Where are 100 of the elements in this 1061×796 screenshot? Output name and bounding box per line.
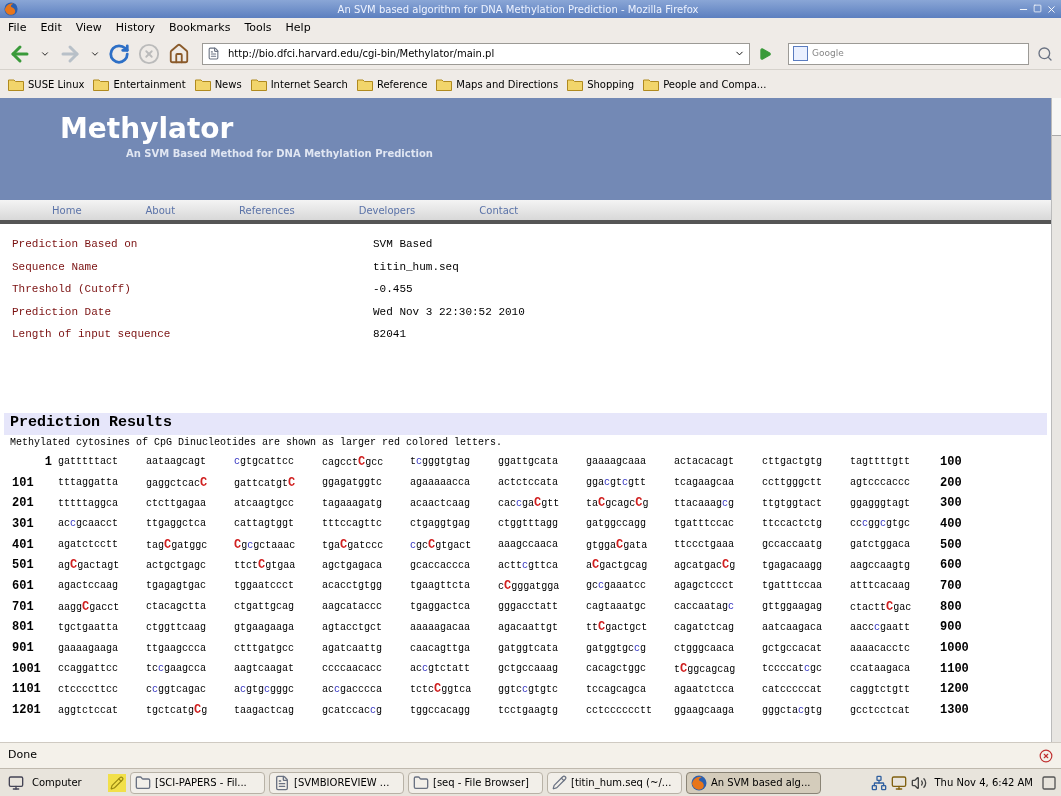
bookmark-item[interactable]: People and Compa... xyxy=(643,76,767,92)
go-icon[interactable] xyxy=(758,46,772,61)
sequence-text: agcatgacCg xyxy=(673,557,737,575)
sequence-text: aataagcagt xyxy=(145,455,207,470)
display-icon[interactable] xyxy=(890,774,907,791)
nav-link[interactable]: Developers xyxy=(358,202,416,218)
sequence-text: ttgtggtact xyxy=(761,496,823,511)
nav-link[interactable]: About xyxy=(145,202,176,218)
bookmark-item[interactable]: Reference xyxy=(356,76,428,92)
sequence-text: aCgactgcag xyxy=(585,557,649,575)
row-start-number: 301 xyxy=(12,515,35,533)
network-icon[interactable] xyxy=(870,774,887,791)
row-end-number: 800 xyxy=(939,598,962,616)
address-field[interactable]: http://bio.dfci.harvard.edu/cgi-bin/Methylator/main.pl xyxy=(202,42,750,65)
bookmark-item[interactable]: News xyxy=(194,76,242,92)
sequence-text: cccggcgtgc xyxy=(849,517,912,532)
sequence-text: tttaggatta xyxy=(57,476,119,491)
volume-icon[interactable] xyxy=(910,774,927,791)
row-end-number: 700 xyxy=(939,577,962,595)
computer-icon xyxy=(8,774,24,791)
menu-item[interactable]: File xyxy=(8,19,27,37)
sequence-text: ttgaagccca xyxy=(145,641,207,656)
menu-item[interactable]: View xyxy=(75,19,102,37)
nav-link[interactable]: Contact xyxy=(479,202,519,218)
sequence-text: tctcCggtca xyxy=(409,681,473,699)
clock[interactable]: Thu Nov 4, 6:42 AM xyxy=(930,775,1037,790)
sequence-text: gatggccagg xyxy=(585,517,647,532)
search-input[interactable]: Google xyxy=(812,46,1024,61)
sequence-text: ccttgggctt xyxy=(761,476,823,491)
reload-icon[interactable] xyxy=(108,42,130,65)
bookmark-item[interactable]: Entertainment xyxy=(93,76,186,92)
sequence-text: aaaaagacaa xyxy=(409,620,471,635)
folder-icon xyxy=(413,774,429,791)
folder-icon xyxy=(567,77,584,91)
sequence-text: accgacccca xyxy=(321,682,384,697)
bookmark-item[interactable]: Internet Search xyxy=(250,76,348,92)
close-icon[interactable] xyxy=(1046,3,1057,15)
sequence-text: agCgactagt xyxy=(57,557,121,575)
sequence-text: aacccgaatt xyxy=(849,620,912,635)
sequence-text: tccagcagca xyxy=(585,682,647,697)
bookmark-item[interactable]: SUSE Linux xyxy=(8,76,85,92)
info-value: titin_hum.seq xyxy=(373,259,459,275)
sequence-text: gttggaagag xyxy=(761,600,823,615)
sequence-text: ctgaggtgag xyxy=(409,517,471,532)
row-start-number: 501 xyxy=(12,557,35,575)
menu-item[interactable]: Help xyxy=(285,19,311,37)
menu-item[interactable]: Tools xyxy=(244,19,272,37)
sequence-text: tagaaagatg xyxy=(321,496,383,511)
sequence-text: gaaaagaaga xyxy=(57,641,119,656)
maximize-icon[interactable] xyxy=(1033,3,1042,13)
sequence-text: gatggtcata xyxy=(497,641,559,656)
sequence-text: tcagaagcaa xyxy=(673,476,735,491)
notes-icon[interactable] xyxy=(108,773,126,792)
sequence-text: gattcatgtC xyxy=(233,474,297,492)
sequence-text: agaatctcca xyxy=(673,682,735,697)
menu-item[interactable]: Edit xyxy=(40,19,62,37)
sequence-text: ggacgtcgtt xyxy=(585,476,648,491)
nav-link[interactable]: Home xyxy=(52,202,82,218)
bookmark-item[interactable]: Maps and Directions xyxy=(436,76,559,92)
search-field[interactable]: Google xyxy=(788,42,1029,65)
folder-icon xyxy=(8,77,24,91)
menu-item[interactable]: History xyxy=(115,19,155,37)
sequence-text: caacagttga xyxy=(409,641,471,656)
row-end-number: 400 xyxy=(939,515,962,533)
bookmark-item[interactable]: Shopping xyxy=(567,76,635,92)
sequence-text: ctgggcaaca xyxy=(673,641,735,656)
sequence-text: agaaaaacca xyxy=(409,476,471,491)
taskbar-button[interactable]: [seq - File Browser] xyxy=(408,771,543,794)
sequence-text: Cgcgctaaac xyxy=(233,536,297,554)
sequence-text: tgaggactca xyxy=(409,600,471,615)
sequence-text: agatcaattg xyxy=(321,641,383,656)
sequence-text: tgatttccaa xyxy=(761,579,823,594)
sequence-text: aaggCgacct xyxy=(57,598,121,616)
start-button[interactable]: Computer xyxy=(4,774,104,791)
menu-item[interactable]: Bookmarks xyxy=(169,19,231,37)
sequence-text: actctccata xyxy=(497,476,559,491)
sequence-text: caggtctgtt xyxy=(849,682,911,697)
sequence-text: ttctCgtgaa xyxy=(233,557,297,575)
sequence-text: ctccccttcc xyxy=(57,682,119,697)
row-end-number: 900 xyxy=(939,619,962,637)
sequence-text: gccgaaatcc xyxy=(585,579,648,594)
search-engine-icon[interactable] xyxy=(793,46,808,61)
workspace-icon[interactable] xyxy=(1041,774,1057,791)
nav-link[interactable]: References xyxy=(239,202,295,218)
row-start-number: 101 xyxy=(12,474,35,492)
folder-icon xyxy=(643,77,660,91)
folder-icon xyxy=(250,77,267,91)
taskbar-button[interactable]: [titin_hum.seq (~/... xyxy=(547,771,682,794)
taskbar-button[interactable]: [SVMBIOREVIEW ... xyxy=(269,771,404,794)
sequence-text: taCgcagcCg xyxy=(585,495,650,513)
sequence-text: ttccctgaaa xyxy=(673,538,735,553)
taskbar-button[interactable]: An SVM based alg... xyxy=(686,771,821,794)
sequence-text: cagcctCgcc xyxy=(321,453,385,471)
home-icon[interactable] xyxy=(168,42,190,65)
sequence-text: gaaaagcaaa xyxy=(585,455,647,470)
sequence-text: cgtgcattcc xyxy=(233,455,296,470)
search-icon[interactable] xyxy=(1037,45,1053,62)
row-start-number: 701 xyxy=(12,598,35,616)
scrollbar[interactable] xyxy=(1051,98,1061,742)
taskbar-button[interactable]: [SCI-PAPERS - Fil... xyxy=(130,771,265,794)
